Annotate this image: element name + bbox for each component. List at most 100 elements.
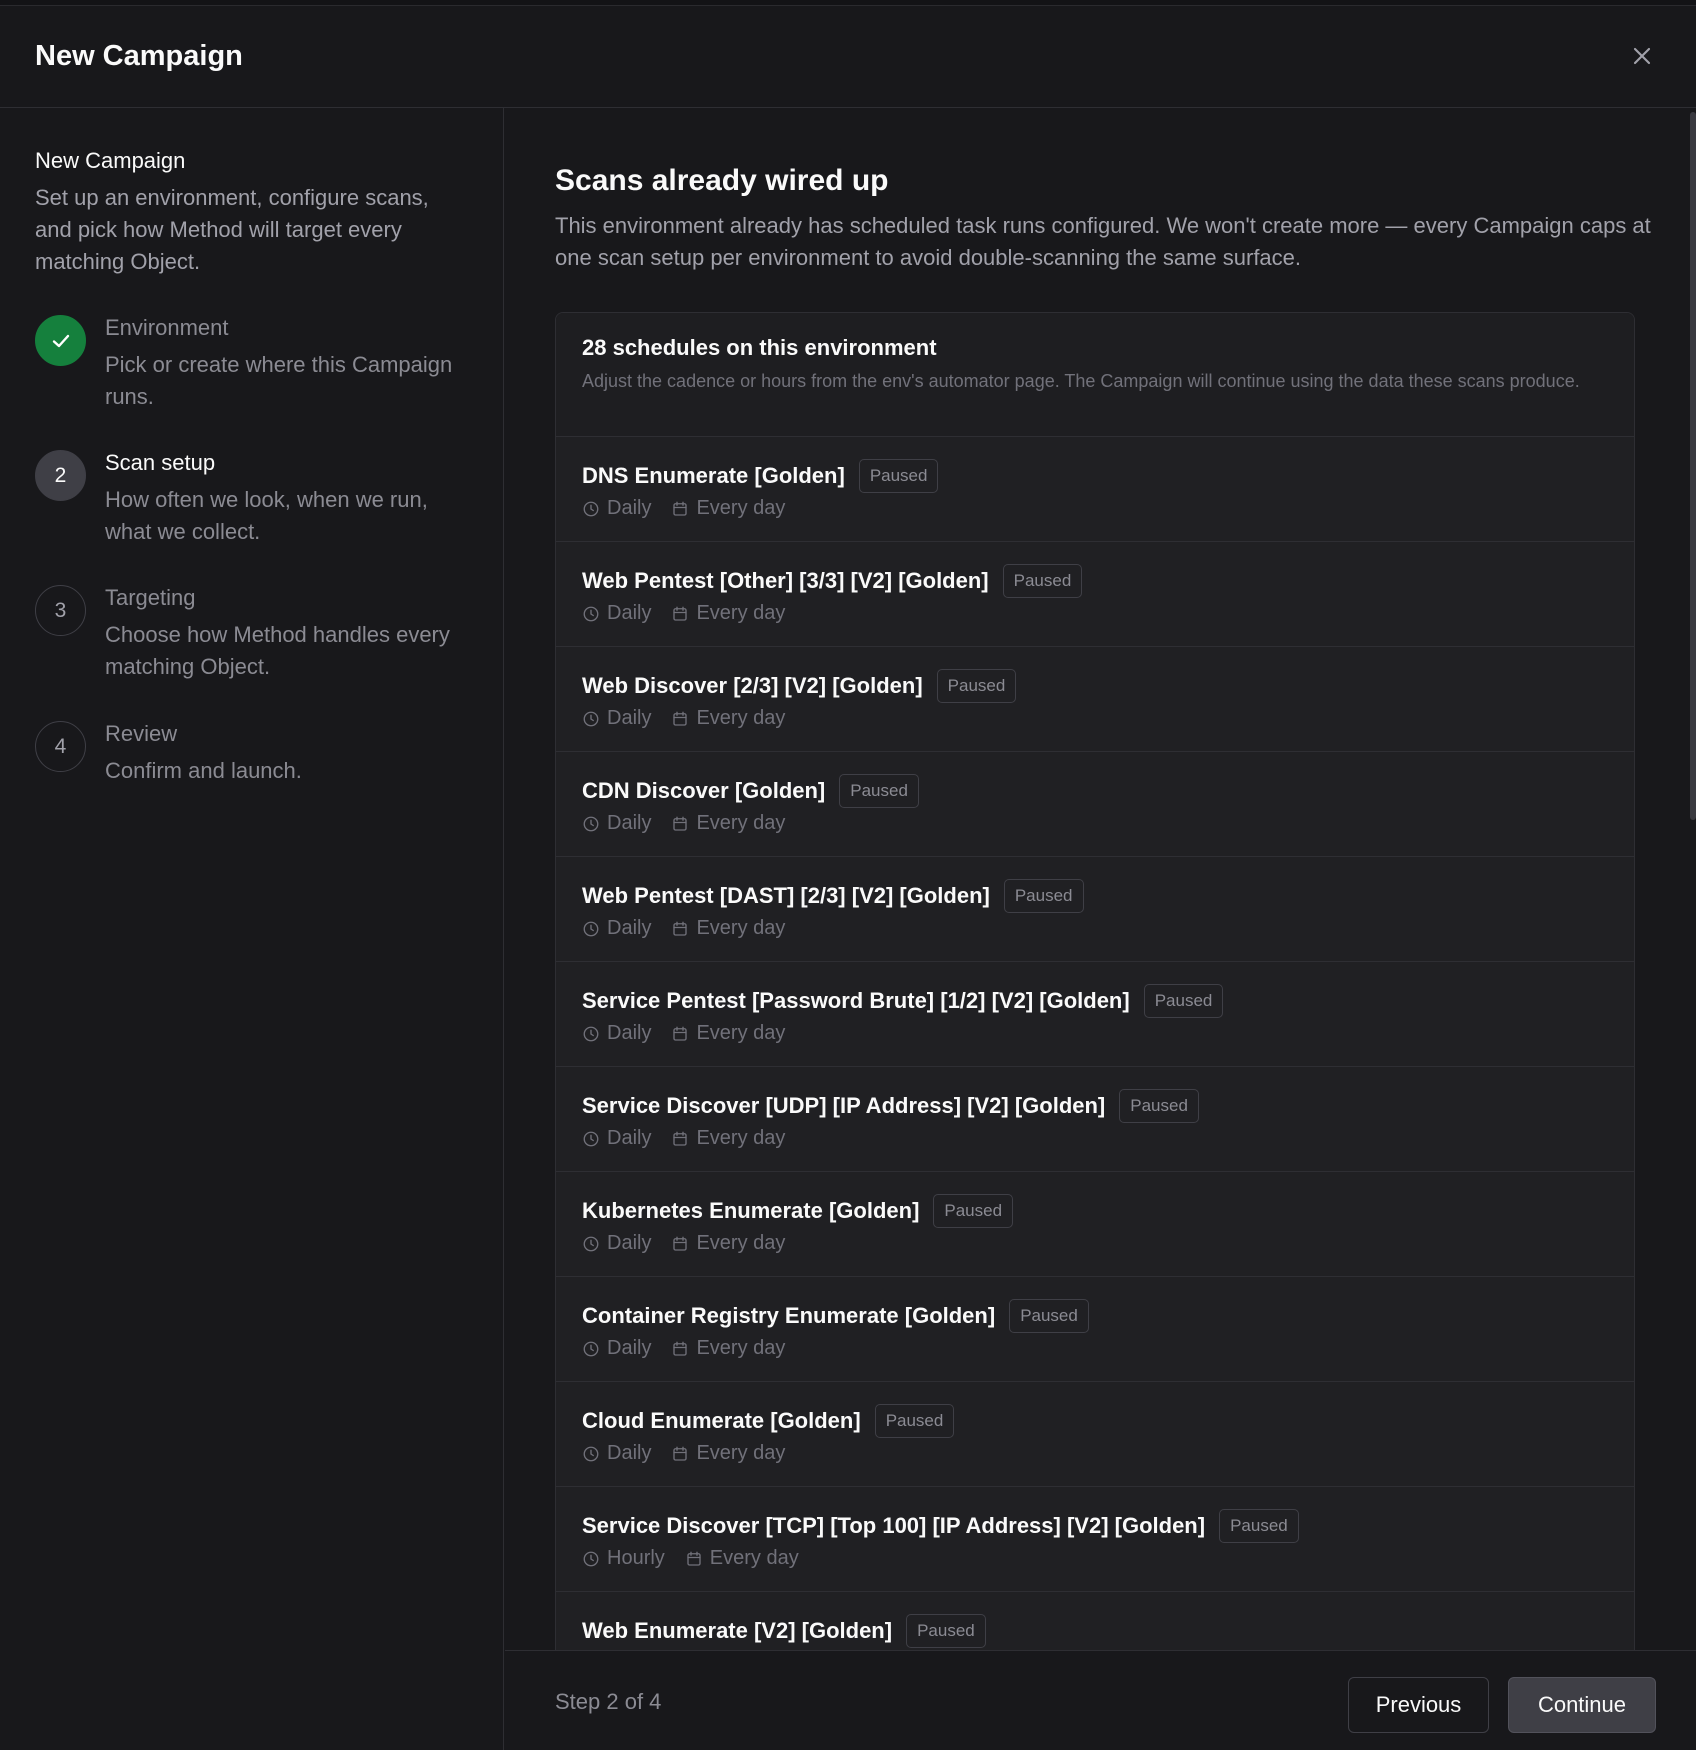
clock-icon [583,1341,599,1356]
calendar-icon [673,1026,688,1041]
schedule-name-line: Service Discover [UDP] [IP Address] [V2]… [582,1089,1199,1123]
step-environment[interactable]: Environment Pick or create where this Ca… [35,315,475,425]
schedule-frequency: Daily [607,812,652,834]
schedule-name: Container Registry Enumerate [Golden] [582,1303,996,1328]
schedule-days: Every day [696,602,786,624]
schedule-days: Every day [696,1232,786,1254]
schedule-frequency: Daily [607,1337,652,1359]
schedule-meta: Daily Every day [582,1127,785,1150]
close-icon [1633,47,1651,65]
clock-icon [583,816,599,831]
section-description: This environment already has scheduled t… [555,213,1651,270]
schedule-name-line: DNS Enumerate [Golden] Paused [582,459,939,493]
schedule-frequency: Daily [607,1442,652,1464]
new-campaign-modal: New Campaign New Campaign Set up an envi… [0,0,1696,1750]
schedule-row: Service Discover [UDP] [IP Address] [V2]… [556,1067,1634,1172]
schedule-days: Every day [696,917,786,939]
step-subtitle: Pick or create where this Campaign runs. [105,352,453,409]
schedule-days: Every day [696,1442,786,1464]
schedule-days: Every day [696,1127,786,1149]
schedule-frequency: Daily [607,707,652,729]
clock-icon [583,606,599,621]
schedule-name-line: Cloud Enumerate [Golden] Paused [582,1404,955,1438]
schedule-meta: Daily Every day [582,1232,785,1255]
schedule-meta: Daily Every day [582,812,785,835]
clock-icon [583,921,599,936]
schedule-name-line: Web Pentest [DAST] [2/3] [V2] [Golden] Pa… [582,879,1084,913]
schedule-row: Web Pentest [Other] [3/3] [V2] [Golden] P… [556,542,1634,647]
close-button[interactable] [1628,42,1656,70]
calendar-icon [673,1446,688,1461]
schedule-meta: Daily Every day [582,1442,785,1465]
schedule-name: Web Enumerate [V2] [Golden] [582,1618,893,1643]
schedule-row: Web Enumerate [V2] [Golden] Paused [556,1592,1634,1650]
schedule-days: Every day [696,812,786,834]
schedule-row: CDN Discover [Golden] Paused Daily Every da… [556,752,1634,857]
step-targeting[interactable]: 3 Targeting Choose how Method handles ev… [35,585,475,695]
schedule-days: Every day [709,1547,799,1569]
calendar-icon [673,501,688,516]
schedule-frequency: Daily [607,917,652,939]
schedule-meta: Daily Every day [582,1337,785,1360]
step-review[interactable]: 4 Review Confirm and launch. [35,721,475,831]
sidebar-title: New Campaign [35,148,186,173]
status-badge: Paused [1219,1509,1299,1543]
modal-title: New Campaign [35,40,243,72]
schedules-card: 28 schedules on this environment Adjust … [555,312,1635,1650]
previous-button[interactable]: Previous [1348,1677,1489,1733]
schedule-name-line: Web Discover [2/3] [V2] [Golden] Paused [582,669,1017,703]
modal-footer: Step 2 of 4 Previous Continue [505,1650,1696,1750]
continue-button[interactable]: Continue [1508,1677,1656,1733]
step-title: Targeting [105,585,196,610]
wizard-sidebar: New Campaign Set up an environment, conf… [0,108,504,1750]
step-number: 3 [35,585,86,636]
status-badge: Paused [1002,564,1083,598]
section-title: Scans already wired up [555,164,889,197]
schedule-name: Web Pentest [Other] [3/3] [V2] [Golden] [582,568,989,593]
schedule-name: Service Pentest [Password Brute] [1/2] [… [582,988,1130,1013]
status-badge: Paused [1143,984,1224,1018]
schedule-row: Web Discover [2/3] [V2] [Golden] Paused Da… [556,647,1634,752]
schedule-name: Web Pentest [DAST] [2/3] [V2] [Golden] [582,883,990,908]
status-badge: Paused [858,459,939,493]
calendar-icon [687,1551,701,1566]
clock-icon [583,501,599,516]
step-subtitle: Choose how Method handles every matching… [105,622,450,679]
schedule-list: DNS Enumerate [Golden] Paused Daily Every d… [556,437,1634,1650]
schedule-meta: Daily Every day [582,1022,785,1045]
status-badge: Paused [874,1404,955,1438]
check-icon [52,334,69,347]
status-badge: Paused [906,1614,986,1648]
schedule-row: Service Discover [TCP] [Top 100] [IP Add… [556,1487,1634,1592]
schedule-frequency: Daily [607,1127,652,1149]
schedule-meta: Daily Every day [582,707,785,730]
schedules-count: 28 schedules on this environment [582,335,937,360]
calendar-icon [673,1236,688,1251]
scrollbar[interactable] [1690,112,1696,820]
schedule-frequency: Daily [607,1022,652,1044]
step-scan-setup[interactable]: 2 Scan setup How often we look, when we … [35,450,475,560]
step-title: Environment [105,315,229,340]
schedule-row: Service Pentest [Password Brute] [1/2] [… [556,962,1634,1067]
schedule-name: Web Discover [2/3] [V2] [Golden] [582,673,923,698]
step-subtitle: How often we look, when we run, what we … [105,487,428,544]
step-complete-indicator [35,315,86,366]
status-badge: Paused [1119,1089,1199,1123]
schedule-days: Every day [696,1022,786,1044]
schedule-name-line: Web Pentest [Other] [3/3] [V2] [Golden] P… [582,564,1083,598]
step-progress: Step 2 of 4 [555,1689,662,1714]
status-badge: Paused [1003,879,1084,913]
schedule-name: CDN Discover [Golden] [582,778,826,803]
status-badge: Paused [1009,1299,1089,1333]
step-number: 2 [35,450,86,501]
schedule-name: Service Discover [TCP] [Top 100] [IP Add… [582,1513,1206,1538]
schedules-card-header: 28 schedules on this environment Adjust … [556,313,1634,437]
schedule-name-line: Service Discover [TCP] [Top 100] [IP Add… [582,1509,1299,1543]
schedule-name-line: Kubernetes Enumerate [Golden] Paused [582,1194,1014,1228]
modal-header: New Campaign [0,6,1696,108]
step-title: Scan setup [105,450,216,475]
status-badge: Paused [936,669,1017,703]
schedule-meta: Hourly Every day [582,1547,799,1570]
calendar-icon [673,921,688,936]
schedule-frequency: Daily [607,602,652,624]
